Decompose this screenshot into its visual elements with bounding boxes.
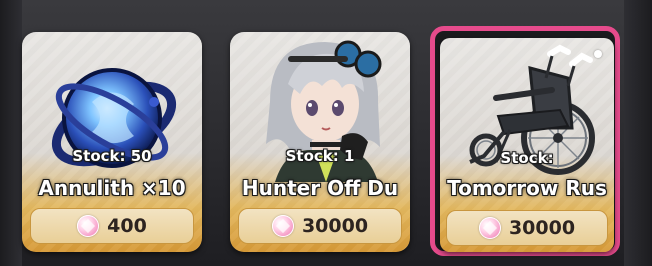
stock-label: Stock: 1: [285, 147, 355, 165]
price-value: 400: [107, 215, 147, 237]
shop-item-card-annulith[interactable]: Stock: 50 Annulith ×10 400: [22, 32, 202, 252]
price-value: 30000: [508, 217, 576, 239]
pink-gem-icon: [77, 215, 100, 237]
price-value: 30000: [301, 215, 369, 237]
price-bar[interactable]: 400: [30, 208, 194, 244]
pink-gem-icon: [271, 215, 294, 237]
item-name: Hunter Off Du: [241, 176, 399, 200]
price-bar[interactable]: 30000: [238, 208, 402, 244]
item-name: Annulith ×10: [38, 176, 186, 200]
background-edge-right: [624, 0, 652, 266]
stock-label: Stock: 50: [72, 147, 152, 165]
pink-gem-icon: [478, 217, 501, 239]
shop-item-card-tomorrow-rush[interactable]: Stock: Tomorrow Rus 30000: [440, 38, 614, 252]
stock-label: Stock:: [500, 149, 554, 167]
background-edge-left: [0, 0, 22, 266]
item-name: Tomorrow Rus: [447, 176, 607, 200]
shop-item-card-hunter-off-duty[interactable]: Stock: 1 Hunter Off Du 30000: [230, 32, 410, 252]
price-bar[interactable]: 30000: [446, 210, 608, 246]
